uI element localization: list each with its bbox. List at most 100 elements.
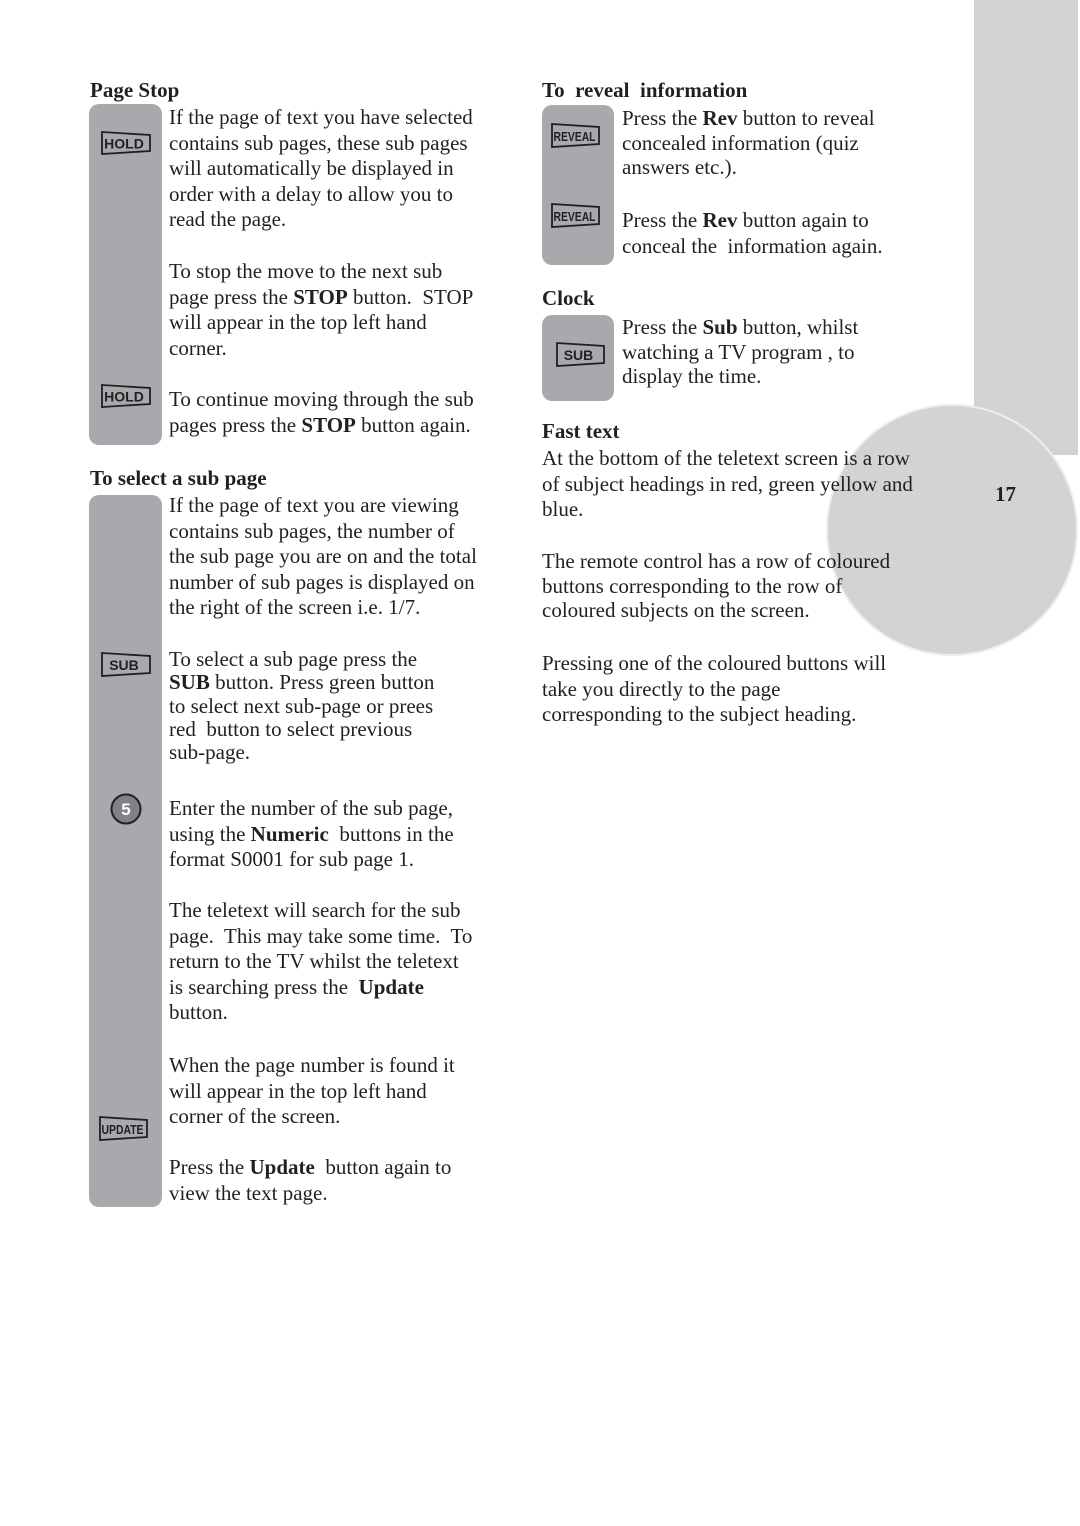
heading-page-stop: Page Stop [90, 78, 180, 102]
page-edge-tab [974, 0, 1078, 455]
text-line: Pressing one of the coloured buttons wil… [542, 651, 887, 675]
text-line: will automatically be displayed in [169, 156, 454, 181]
text-segment: pages press the [169, 412, 302, 437]
rev-button-label: Rev [702, 208, 738, 232]
text-line: blue. [542, 497, 584, 522]
update-button-label: Update [358, 974, 424, 999]
svg-text:UPDATE: UPDATE [102, 1123, 144, 1137]
text-line: When the page number is found it [169, 1053, 455, 1077]
page-stop-paragraph-2: To stop the move to the next sub page pr… [169, 259, 473, 361]
icon-bar-select-sub-page [89, 495, 162, 1207]
text-line: read the page. [169, 207, 287, 232]
text-line: To continue moving through the sub [169, 387, 474, 411]
text-segment: page press the [169, 284, 294, 309]
text-line: button. [169, 1000, 228, 1025]
text-segment: is searching press the [169, 974, 359, 999]
text-line: SUB button. Press green button [169, 671, 434, 694]
text-line: corresponding to the subject heading. [542, 702, 857, 727]
text-line: corner. [169, 335, 227, 360]
text-line: take you directly to the page [542, 676, 781, 701]
text-line: page. This may take some time. To [169, 923, 473, 948]
text-line: the right of the screen i.e. 1/7. [169, 595, 421, 620]
text-line: will appear in the top left hand [169, 310, 427, 335]
select-sub-page-paragraph-5: When the page number is found it will ap… [169, 1053, 455, 1130]
svg-text:SUB: SUB [109, 657, 139, 673]
page-stop-paragraph-3: To continue moving through the sub pages… [169, 387, 474, 438]
svg-text:REVEAL: REVEAL [554, 130, 596, 144]
text-segment: Press the [169, 1155, 250, 1179]
svg-text:HOLD: HOLD [104, 136, 144, 152]
text-line: sub-page. [169, 740, 251, 765]
svg-text:HOLD: HOLD [104, 389, 144, 405]
text-line: If the page of text you are viewing [169, 493, 459, 517]
text-line: Press the Rev button again to [622, 208, 883, 234]
text-line: Press the Sub button, whilst [622, 315, 858, 340]
text-line: Press the Rev button to reveal [622, 106, 875, 131]
update-button-icon: UPDATE [99, 1116, 149, 1141]
stop-button-label: STOP [293, 284, 348, 309]
text-line: If the page of text you have selected [169, 105, 473, 129]
text-segment: button again to [314, 1155, 452, 1179]
text-line: contains sub pages, these sub pages [169, 130, 468, 155]
heading-fast-text: Fast text [542, 419, 620, 443]
page-number: 17 [995, 482, 1016, 506]
text-line: view the text page. [169, 1180, 328, 1205]
text-line: To stop the move to the next sub [169, 259, 443, 283]
text-segment: buttons in the [328, 821, 454, 846]
sub-button-icon: SUB [556, 342, 606, 367]
heading-clock: Clock [542, 286, 595, 310]
text-segment: using the [169, 821, 251, 846]
text-line: will appear in the top left hand [169, 1078, 427, 1103]
hold-button-icon: HOLD [101, 384, 151, 408]
text-line: using the Numeric buttons in the [169, 822, 454, 848]
text-line: corner of the screen. [169, 1104, 341, 1129]
text-line: the sub page you are on and the total [169, 544, 477, 569]
text-line: The teletext will search for the sub [169, 898, 461, 922]
text-line: page press the STOP button. STOP [169, 285, 473, 311]
svg-text:SUB: SUB [564, 347, 594, 363]
text-line: order with a delay to allow you to [169, 181, 454, 206]
text-line: To select a sub page press the [169, 647, 418, 671]
text-segment: Press the [622, 106, 703, 130]
reveal-paragraph-2: Press the Rev button again to conceal th… [622, 208, 883, 259]
text-line: concealed information (quiz [622, 130, 859, 155]
text-line: to select next sub-page or prees [169, 693, 434, 718]
text-line: number of sub pages is displayed on [169, 569, 475, 594]
text-segment: Press the [622, 315, 703, 339]
text-segment: button again to [737, 208, 869, 232]
select-sub-page-paragraph-4: The teletext will search for the sub pag… [169, 898, 472, 1026]
text-line: contains sub pages, the number of [169, 518, 455, 543]
text-line: conceal the information again. [622, 233, 883, 258]
text-segment: button. STOP [347, 284, 474, 309]
select-sub-page-paragraph-1: If the page of text you are viewing cont… [169, 493, 477, 621]
text-segment: button to reveal [737, 106, 875, 130]
sub-button-icon: SUB [101, 652, 151, 677]
svg-text:REVEAL: REVEAL [554, 210, 596, 224]
svg-text:5: 5 [121, 800, 130, 819]
reveal-button-icon: REVEAL [551, 203, 601, 228]
hold-button-icon: HOLD [101, 131, 151, 155]
text-line: buttons corresponding to the row of [542, 573, 843, 598]
text-line: is searching press the Update [169, 975, 472, 1001]
text-line: Press the Update button again to [169, 1155, 451, 1181]
fast-text-paragraph-2: The remote control has a row of coloured… [542, 549, 890, 623]
clock-paragraph-1: Press the Sub button, whilst watching a … [622, 315, 858, 389]
numeric-5-button-icon: 5 [110, 793, 142, 825]
reveal-button-icon: REVEAL [551, 123, 601, 148]
text-line: At the bottom of the teletext screen is … [542, 446, 910, 470]
heading-select-sub-page: To select a sub page [90, 466, 267, 490]
text-segment: button again. [355, 412, 471, 437]
stop-button-label: STOP [301, 412, 356, 437]
numeric-button-label: Numeric [250, 821, 329, 846]
text-line: red button to select previous [169, 716, 413, 741]
sub-button-label: Sub [702, 315, 738, 339]
text-line: watching a TV program , to [622, 339, 855, 364]
text-line: pages press the STOP button again. [169, 413, 474, 439]
fast-text-paragraph-1: At the bottom of the teletext screen is … [542, 446, 913, 523]
fast-text-paragraph-3: Pressing one of the coloured buttons wil… [542, 651, 886, 728]
text-line: The remote control has a row of coloured [542, 549, 891, 573]
heading-reveal-information: To reveal information [542, 78, 748, 102]
text-line: answers etc.). [622, 155, 737, 179]
text-segment: button. Press green button [209, 670, 435, 695]
select-sub-page-paragraph-6: Press the Update button again to view th… [169, 1155, 451, 1206]
